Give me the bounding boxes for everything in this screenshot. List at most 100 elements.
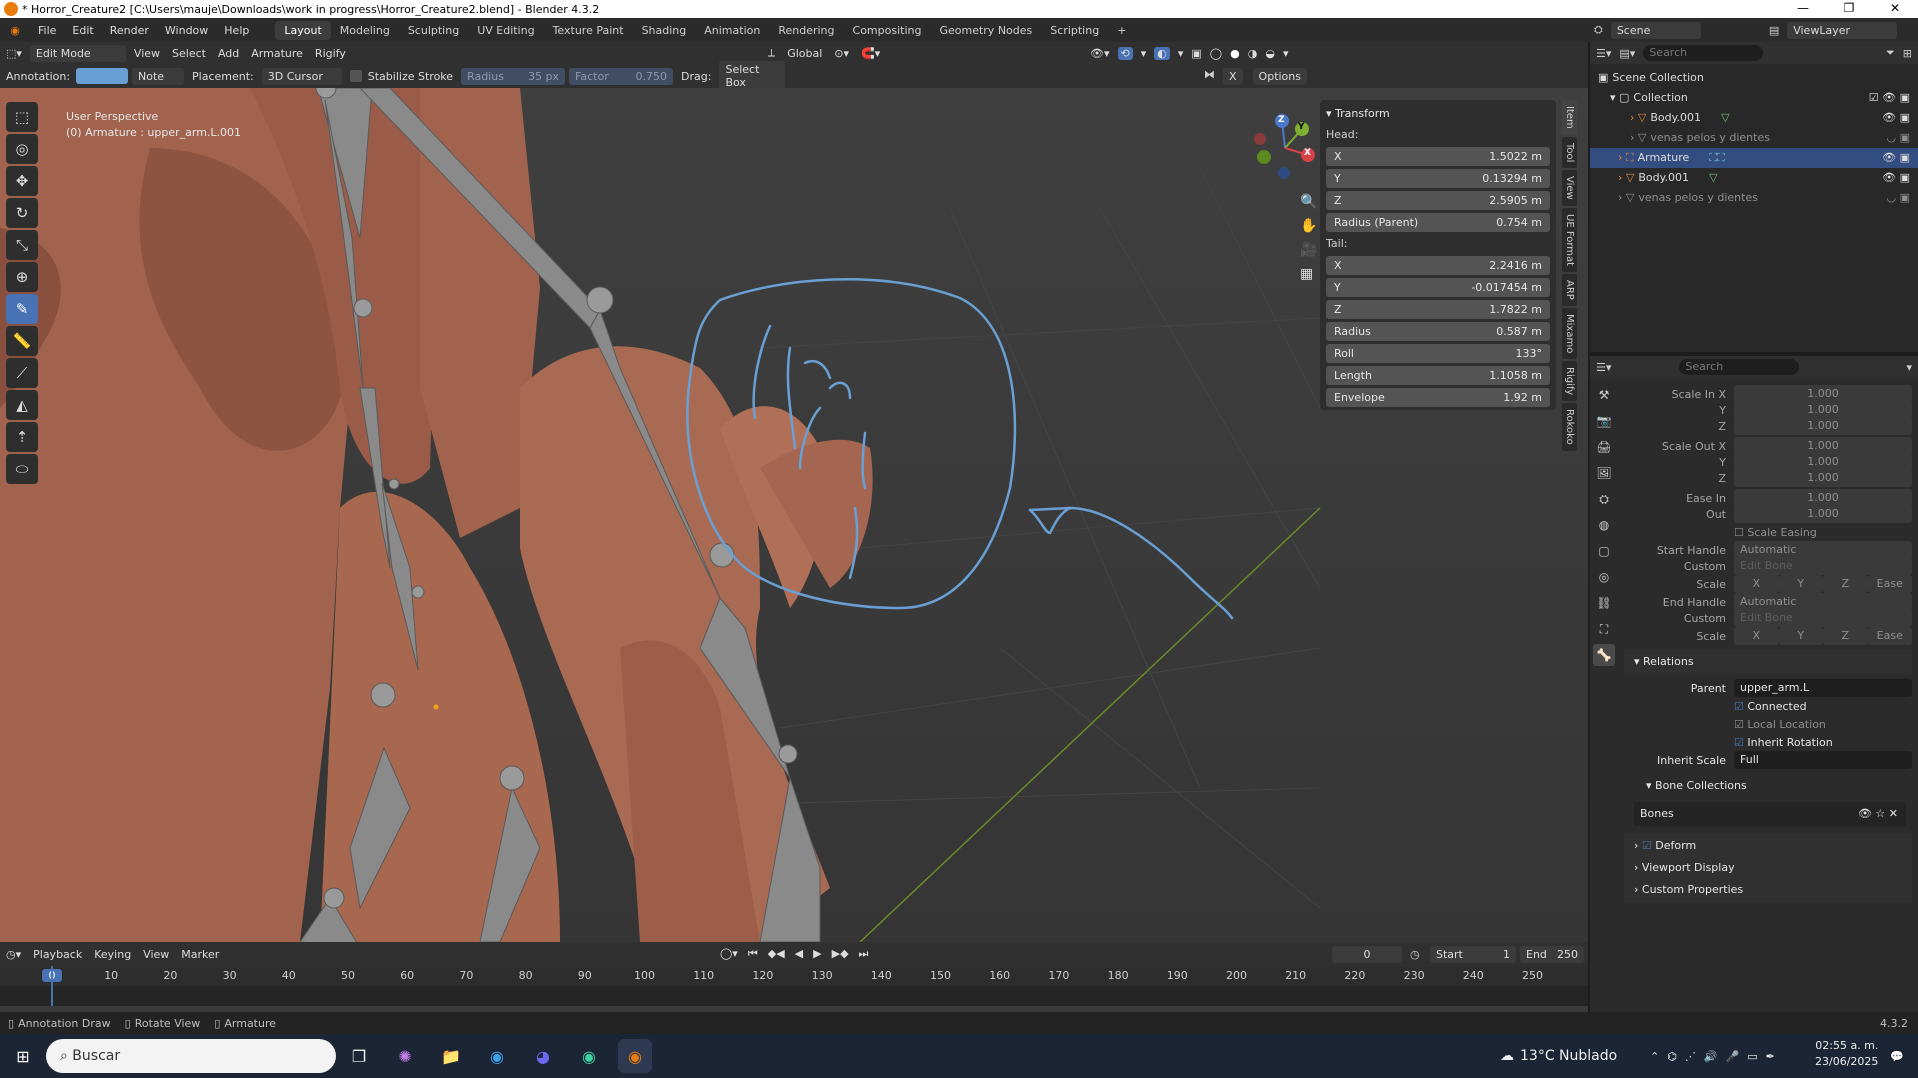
menu-playback[interactable]: Playback [27, 948, 88, 961]
tail-y-field[interactable]: Y -0.017454 m [1326, 278, 1550, 297]
start-scale-y-toggle[interactable]: Y [1778, 575, 1823, 593]
mode-selector[interactable]: Edit Mode [29, 44, 126, 62]
edge-dev-icon[interactable]: ◉ [572, 1039, 606, 1073]
outliner-editor-icon[interactable]: ☰▾ [1596, 47, 1611, 60]
transform-header[interactable]: ▾ Transform [1326, 104, 1550, 124]
tool-properties-icon[interactable]: ⚒ [1593, 384, 1615, 406]
envelope-field[interactable]: Envelope 1.92 m [1326, 388, 1550, 407]
object-properties-icon[interactable]: ▢ [1593, 540, 1615, 562]
menu-help[interactable]: Help [216, 24, 257, 37]
pan-hand-icon[interactable]: ✋ [1300, 218, 1317, 234]
start-frame-field[interactable]: Start 1 [1430, 945, 1516, 963]
bone-collection-actions-icon[interactable]: 👁 ☆ ✕ [1858, 802, 1898, 826]
tab-animation[interactable]: Animation [695, 21, 769, 40]
visibility-eye-icon[interactable]: 👁 ▣ [1882, 148, 1910, 168]
inherit-scale-selector[interactable]: Full [1734, 751, 1912, 769]
end-scale-z-toggle[interactable]: Z [1823, 627, 1868, 645]
annotation-layer-selector[interactable]: Note [132, 67, 185, 85]
notifications-icon[interactable]: 💬 [1890, 1050, 1904, 1063]
tab-arp[interactable]: ARP [1562, 274, 1577, 306]
solid-shading-icon[interactable]: ● [1230, 47, 1240, 60]
orientation-selector[interactable]: Global [781, 47, 828, 60]
playhead[interactable] [51, 966, 53, 1006]
display-mode-icon[interactable]: ▤▾ [1619, 47, 1635, 60]
auto-keying-icon[interactable]: ◯▾ [720, 947, 738, 961]
transform-icon[interactable]: ⊕ [6, 262, 38, 292]
menu-keying[interactable]: Keying [88, 948, 137, 961]
overlay-dropdown-icon[interactable]: ▾ [1178, 47, 1184, 60]
parent-bone-field[interactable]: upper_arm.L [1734, 679, 1912, 697]
envelope-icon[interactable]: ⬭ [6, 454, 38, 484]
bone-collections-header[interactable]: ▾ Bone Collections [1624, 774, 1912, 798]
physics-properties-icon[interactable]: ◎ [1593, 566, 1615, 588]
wifi-icon[interactable]: ⋰ [1685, 1050, 1696, 1063]
menu-add[interactable]: Add [212, 47, 245, 60]
custom-properties-header[interactable]: › Custom Properties [1624, 878, 1912, 902]
xray-icon[interactable]: ▣ [1191, 47, 1201, 60]
tab-uv-editing[interactable]: UV Editing [468, 21, 543, 40]
measure-icon[interactable]: 📏 [6, 326, 38, 356]
menu-marker[interactable]: Marker [175, 948, 225, 961]
weather-widget[interactable]: ☁ 13°C Nublado [1500, 1048, 1617, 1064]
tab-item[interactable]: Item [1562, 100, 1577, 135]
connected-checkbox[interactable]: ☑ Connected [1624, 696, 1912, 716]
visibility-eye-icon[interactable]: 👁 ▣ [1882, 108, 1910, 128]
head-x-field[interactable]: X 1.5022 m [1326, 147, 1550, 166]
volume-icon[interactable]: 🔊 [1704, 1050, 1718, 1063]
editor-type-icon[interactable]: ⬚▾ [0, 47, 28, 60]
properties-search-input[interactable]: Search [1679, 359, 1800, 375]
discord-icon[interactable]: ◕ [526, 1039, 560, 1073]
menu-select[interactable]: Select [166, 47, 212, 60]
head-z-field[interactable]: Z 2.5905 m [1326, 191, 1550, 210]
navigation-gizmo[interactable]: Z Y X [1250, 113, 1320, 183]
pen-icon[interactable]: ✒ [1766, 1050, 1775, 1063]
display-icon[interactable]: ▭ [1747, 1050, 1757, 1063]
view-layer-selector[interactable]: ViewLayer [1787, 21, 1898, 39]
blender-menu-icon[interactable]: ◉ [0, 24, 30, 37]
tab-sculpting[interactable]: Sculpting [399, 21, 468, 40]
chevron-up-icon[interactable]: ⌃ [1650, 1050, 1659, 1063]
snap-icon[interactable]: 🧲▾ [855, 47, 886, 60]
outliner-row[interactable]: › ▽ venas pelos y dientes ◡ ▣ [1590, 188, 1918, 208]
properties-editor-icon[interactable]: ☰▾ [1596, 361, 1611, 374]
tab-compositing[interactable]: Compositing [844, 21, 931, 40]
jump-start-icon[interactable]: ⏮ [748, 947, 758, 961]
cursor-icon[interactable]: ◎ [6, 134, 38, 164]
tab-layout[interactable]: Layout [275, 20, 331, 40]
stabilize-checkbox[interactable] [349, 70, 362, 82]
shading-dropdown-icon[interactable]: ▾ [1283, 47, 1289, 60]
visibility-icon[interactable]: 👁▾ [1090, 47, 1110, 60]
menu-timeline-view[interactable]: View [137, 948, 175, 961]
jump-keyframe-forward-icon[interactable]: ▶◆ [832, 947, 849, 961]
current-frame-field[interactable]: 0 [1332, 945, 1402, 963]
system-tray[interactable]: ⌃ ⌬ ⋰ 🔊 🎤 ▭ ✒ [1650, 1050, 1775, 1063]
taskbar-search-input[interactable]: ⌕ Buscar [46, 1039, 336, 1073]
tail-z-field[interactable]: Z 1.7822 m [1326, 300, 1550, 319]
properties-dropdown-icon[interactable]: ▾ [1906, 361, 1912, 374]
options-button[interactable]: Options [1252, 67, 1307, 85]
armature-data-properties-icon[interactable]: ⛶ [1593, 618, 1615, 640]
scene-selector[interactable]: Scene [1610, 21, 1701, 39]
length-field[interactable]: Length 1.1058 m [1326, 366, 1550, 385]
menu-window[interactable]: Window [157, 24, 216, 37]
mirror-icon[interactable]: ⧓ [1204, 68, 1215, 85]
menu-rigify[interactable]: Rigify [309, 47, 352, 60]
3d-cursor[interactable] [433, 704, 439, 710]
tab-shading[interactable]: Shading [633, 21, 696, 40]
zoom-icon[interactable]: 🔍 [1300, 194, 1317, 210]
task-view-icon[interactable]: ❐ [342, 1039, 376, 1073]
timeline-editor-icon[interactable]: ◷▾ [0, 948, 27, 961]
end-custom-bone-field[interactable]: Edit Bone [1734, 609, 1912, 627]
end-frame-field[interactable]: End 250 [1520, 945, 1584, 963]
scale-easing-checkbox[interactable]: ☐ Scale Easing [1624, 522, 1912, 542]
microphone-icon[interactable]: 🎤 [1726, 1050, 1740, 1063]
menu-render[interactable]: Render [102, 24, 157, 37]
blender-taskbar-icon[interactable]: ◉ [618, 1039, 652, 1073]
outliner-search-input[interactable]: Search [1643, 45, 1764, 61]
visibility-eye-icon[interactable]: 👁 ▣ [1882, 168, 1910, 188]
overlay-toggle-icon[interactable]: ◐ [1154, 46, 1170, 60]
filter-icon[interactable]: ⏷ [1886, 46, 1895, 60]
frame-ruler[interactable]: 0102030405060708090100110120130140150160… [0, 966, 1588, 986]
placement-selector[interactable]: 3D Cursor [261, 67, 342, 85]
outliner-row[interactable]: › ▽ Body.001 ▽ 👁 ▣ [1590, 108, 1918, 128]
